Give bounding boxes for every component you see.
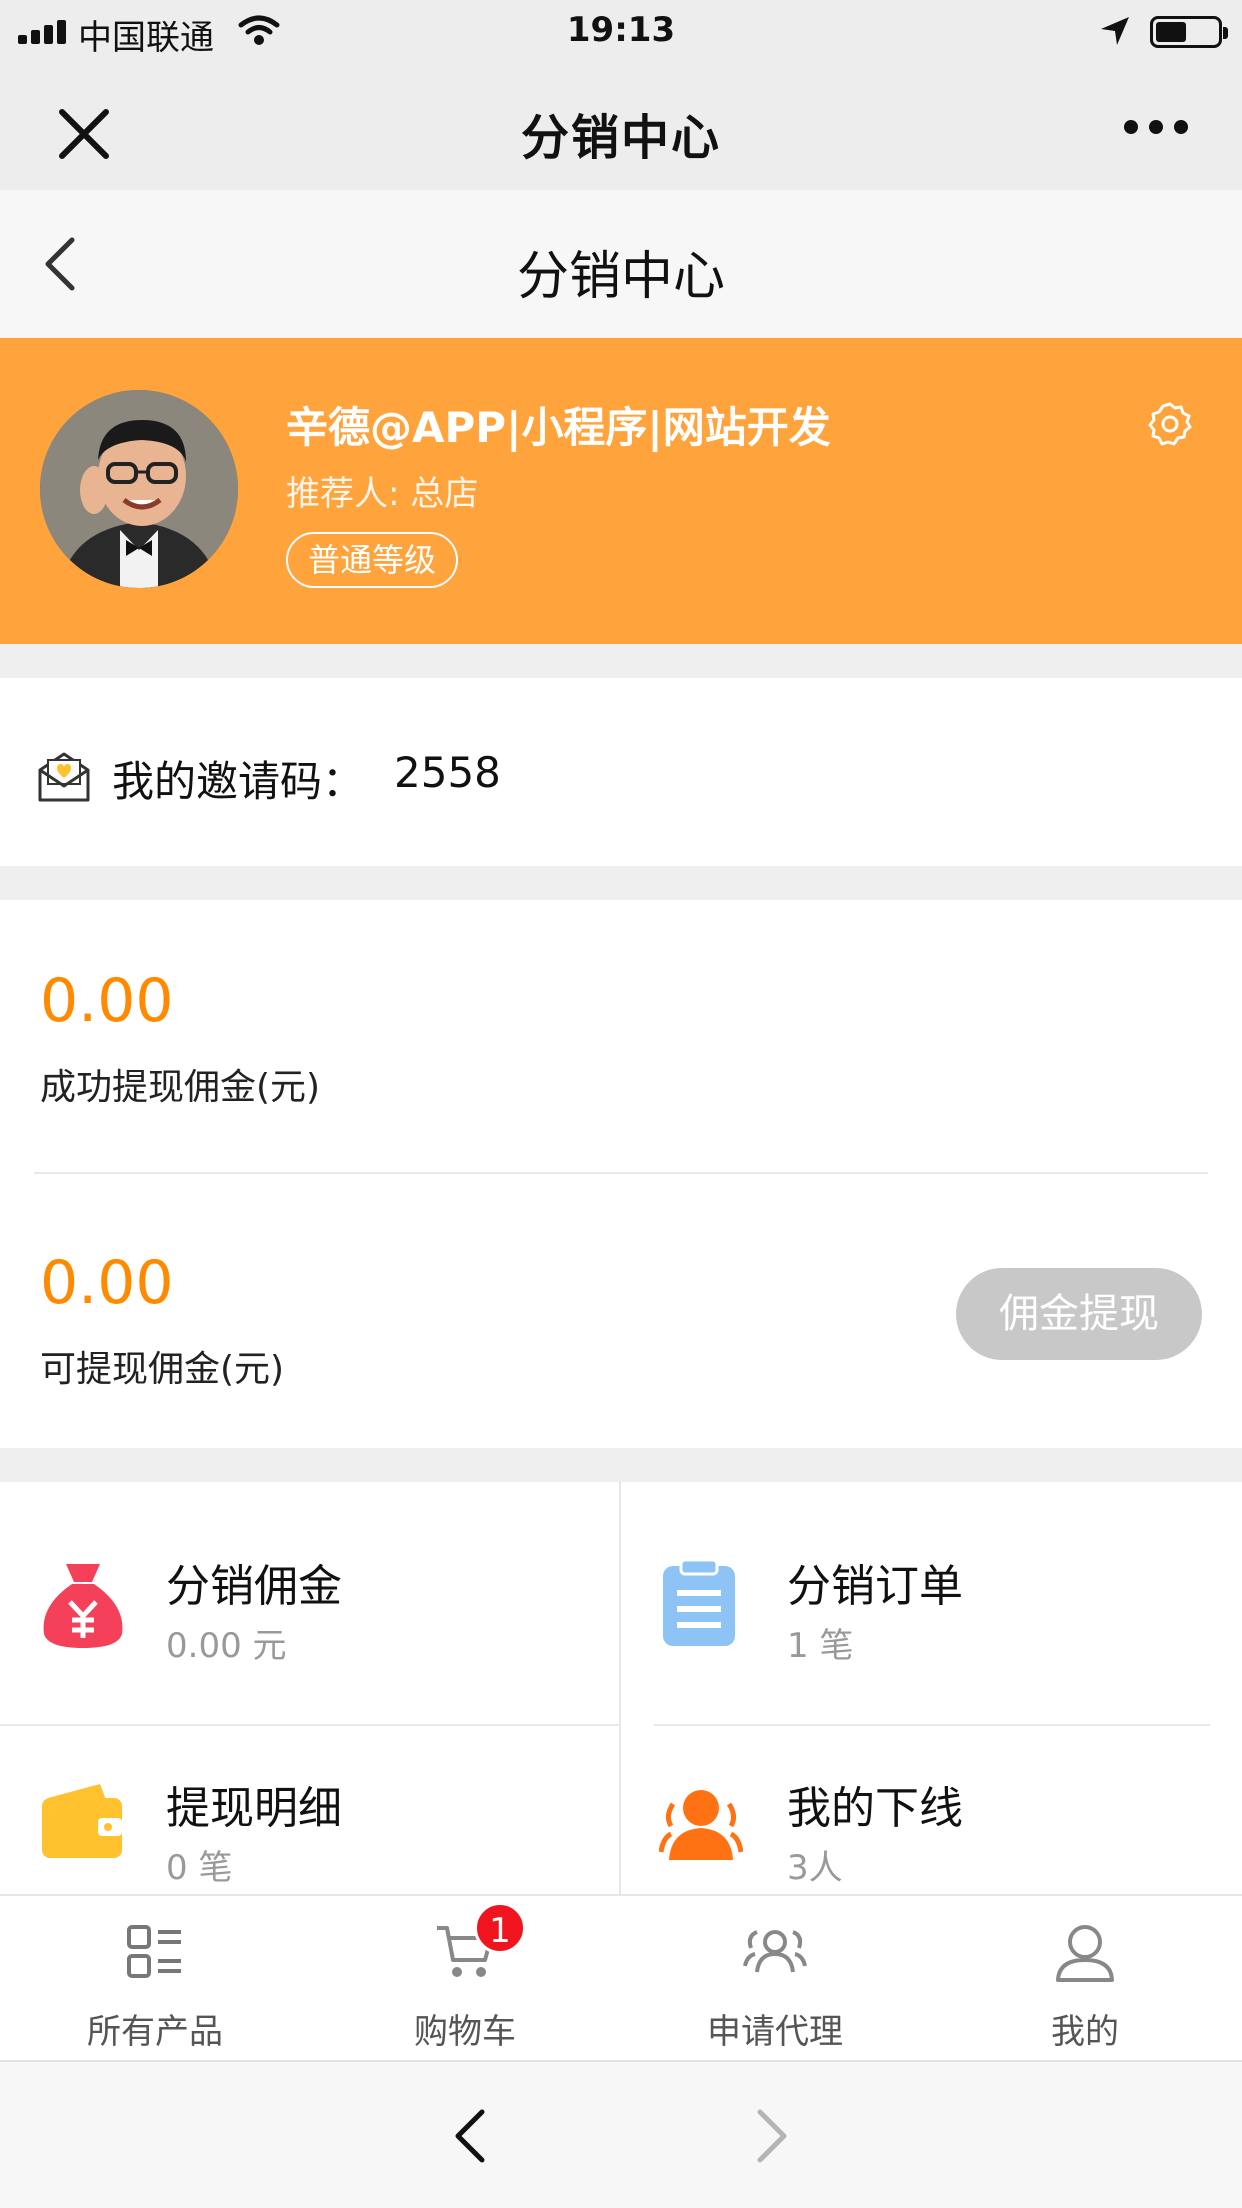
tab-cart[interactable]: 1 购物车 [310,1896,620,2062]
envelope-heart-icon [38,752,90,802]
settings-gear-icon[interactable] [1146,400,1194,448]
invite-code-value: 2558 [394,748,501,797]
grid-item-title: 分销订单 [787,1561,963,1612]
status-bar: 中国联通 19:13 [0,0,1242,62]
tab-products[interactable]: 所有产品 [0,1896,310,2062]
grid-item-title: 提现明细 [166,1783,342,1834]
available-amount: 0.00 [40,1248,174,1318]
battery-icon [1150,16,1228,48]
grid-divider [654,1724,1210,1726]
profile-banner: 辛德@APP|小程序|网站开发 推荐人: 总店 普通等级 [0,338,1242,644]
withdrawn-label: 成功提现佣金(元) [40,1067,321,1108]
grid-item-downline[interactable]: 我的下线 3人 [621,1726,1241,1894]
divider [34,1172,1208,1174]
grid-divider [0,1724,619,1726]
commission-panel: 0.00 成功提现佣金(元) 0.00 可提现佣金(元) 佣金提现 [0,900,1242,1448]
withdraw-button[interactable]: 佣金提现 [956,1268,1202,1360]
grid-item-sub: 3人 [787,1848,843,1888]
referrer-text: 推荐人: 总店 [286,474,479,514]
tab-apply-agent[interactable]: 申请代理 [620,1896,930,2062]
grid-item-withdraw-details[interactable]: 提现明细 0 笔 [0,1726,620,1894]
back-arrow-icon[interactable] [446,2106,496,2166]
more-icon[interactable] [1124,120,1188,136]
wechat-title: 分销中心 [520,110,721,166]
avatar[interactable] [40,390,238,588]
invite-code-row: 我的邀请码： 2558 [0,678,1242,866]
user-icon [1056,1925,1114,1982]
money-bag-icon [43,1564,123,1648]
tab-label: 所有产品 [87,2012,223,2052]
available-label: 可提现佣金(元) [40,1349,285,1390]
tab-bar: 所有产品 1 购物车 申请代理 我的 [0,1894,1242,2060]
grid-item-sub: 0.00 元 [166,1626,287,1666]
grid-item-title: 分销佣金 [166,1561,342,1612]
location-arrow-icon [1101,17,1129,45]
grid-list-icon [127,1925,181,1978]
withdrawn-amount: 0.00 [40,966,174,1036]
clock: 19:13 [566,10,676,50]
clipboard-icon [663,1558,735,1646]
feature-grid: 分销佣金 0.00 元 分销订单 1 笔 提现明细 0 笔 我的下线 3人 [0,1482,1242,1894]
group-icon [743,1930,807,1973]
page-header: 分销中心 [0,190,1242,338]
tab-label: 申请代理 [707,2012,843,2052]
grid-item-sub: 1 笔 [787,1626,854,1666]
cart-badge: 1 [474,1902,526,1954]
page-title: 分销中心 [516,247,725,307]
invite-code-label: 我的邀请码： [112,757,365,806]
tab-me[interactable]: 我的 [930,1896,1240,2062]
tab-label: 购物车 [414,2012,516,2052]
wallet-icon [42,1784,122,1858]
team-icon [659,1790,743,1860]
grid-item-title: 我的下线 [787,1783,963,1834]
grid-item-orders[interactable]: 分销订单 1 笔 [621,1482,1241,1722]
tab-label: 我的 [1051,2012,1119,2052]
grid-item-commission[interactable]: 分销佣金 0.00 元 [0,1482,620,1722]
level-badge: 普通等级 [286,532,459,588]
browser-toolbar [0,2060,1242,2208]
grid-item-sub: 0 笔 [166,1848,233,1888]
wechat-nav-bar: 分销中心 [0,62,1242,190]
nickname: 辛德@APP|小程序|网站开发 [286,403,831,452]
grid-divider [619,1482,621,1894]
forward-arrow-icon[interactable] [746,2106,796,2166]
